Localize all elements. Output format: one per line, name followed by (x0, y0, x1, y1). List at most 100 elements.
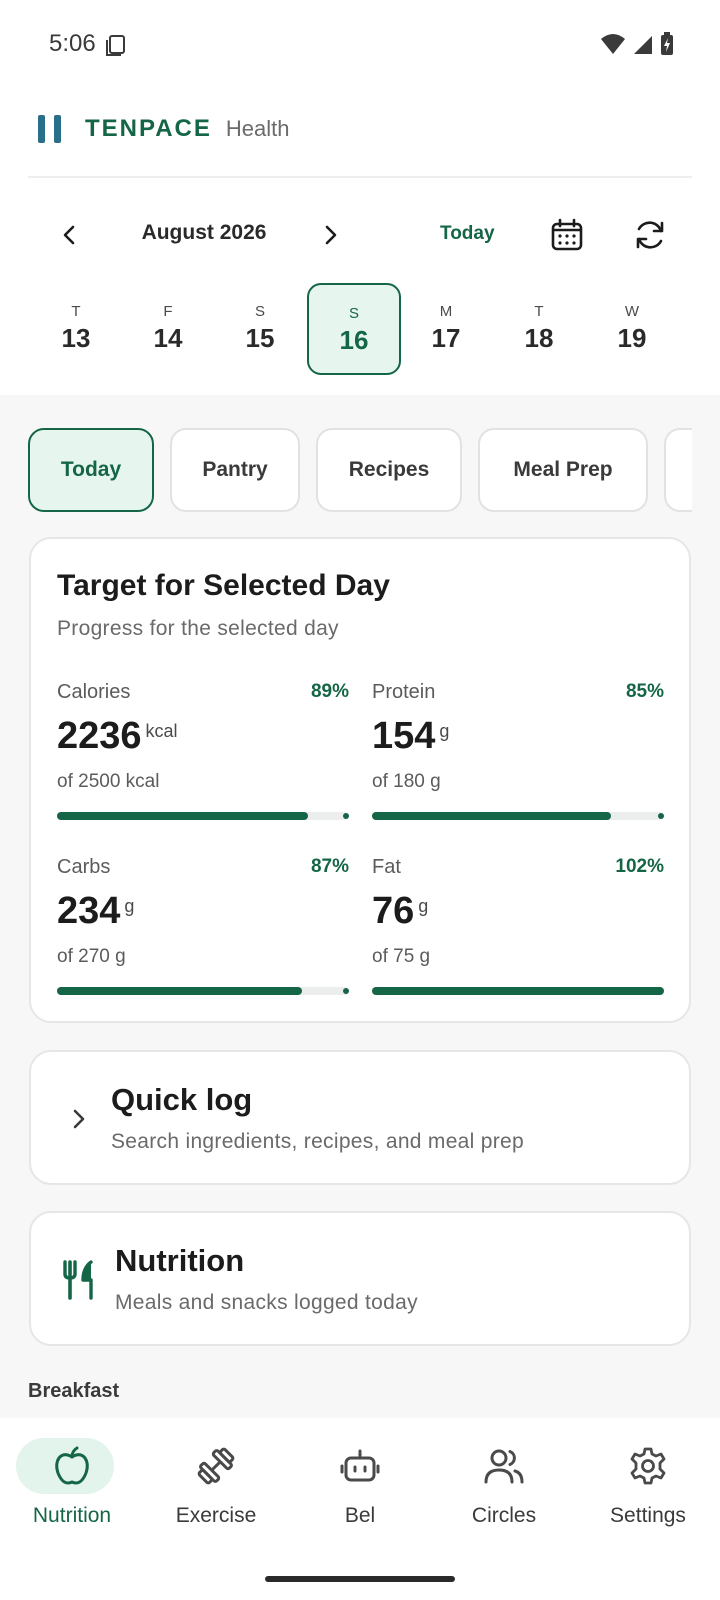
day-of-week: T (71, 303, 81, 320)
metric-protein: Protein 85% 154 g of 180 g (372, 681, 664, 831)
day-of-week: M (439, 303, 453, 320)
progress-bar (57, 812, 349, 820)
progress-end-dot (343, 988, 349, 994)
progress-bar (372, 987, 664, 995)
brand-logo (38, 115, 61, 143)
day-number: 17 (431, 323, 461, 353)
tab-today[interactable]: Today (28, 428, 154, 512)
divider (28, 176, 692, 178)
battery-icon (661, 32, 673, 55)
tab-meal-prep[interactable]: Meal Prep (478, 428, 648, 512)
calendar-icon (551, 218, 583, 251)
progress-fill (372, 812, 612, 820)
progress-fill (372, 987, 664, 995)
metric-name: Calories (57, 681, 131, 703)
nav-label: Exercise (175, 1504, 257, 1527)
metric-name: Carbs (57, 856, 111, 878)
metric-number: 76 (372, 890, 415, 932)
refresh-icon (636, 221, 664, 249)
progress-bar (372, 812, 664, 820)
day-17[interactable]: M 17 (399, 283, 493, 375)
metric-name: Fat (372, 856, 401, 878)
header-area: 5:06 TENPACE Health August 2026 Today T … (0, 0, 720, 395)
previous-month-button[interactable] (50, 215, 90, 255)
status-icons (600, 32, 674, 56)
metric-unit: g (418, 896, 429, 916)
metric-number: 154 (372, 715, 436, 757)
progress-end-dot (343, 813, 349, 819)
metric-value: 2236 kcal (57, 715, 178, 758)
day-number: 16 (339, 325, 369, 355)
nav-label: Nutrition (32, 1504, 112, 1527)
metric-percent: 89% (310, 681, 349, 702)
today-button[interactable]: Today (440, 223, 495, 245)
metric-number: 234 (57, 890, 121, 932)
metric-value: 76 g (372, 890, 428, 933)
robot-icon (288, 1446, 432, 1486)
metric-goal: of 270 g (57, 946, 126, 967)
tab-more[interactable] (664, 428, 692, 512)
progress-end-dot (658, 813, 664, 819)
nav-settings[interactable]: Settings (576, 1418, 720, 1538)
day-14[interactable]: F 14 (121, 283, 215, 375)
chevron-right-icon (57, 1092, 101, 1146)
metric-goal: of 2500 kcal (57, 771, 160, 792)
metric-unit: kcal (145, 721, 178, 741)
nav-circles[interactable]: Circles (432, 1418, 576, 1538)
status-time: 5:06 (49, 30, 96, 57)
calendar-button[interactable] (545, 213, 589, 257)
wifi-icon (601, 34, 625, 54)
nutrition-subtitle: Meals and snacks logged today (115, 1291, 418, 1314)
day-of-week: T (534, 303, 544, 320)
tab-recipes[interactable]: Recipes (316, 428, 462, 512)
metric-number: 2236 (57, 715, 142, 757)
week-strip: T 13 F 14 S 15 S 16 M 17 T 18 W 19 (29, 283, 689, 375)
apple-icon (0, 1446, 144, 1486)
day-16-selected[interactable]: S 16 (307, 283, 401, 375)
progress-bar (57, 987, 349, 995)
nav-label: Bel (344, 1504, 376, 1527)
day-13[interactable]: T 13 (29, 283, 123, 375)
metric-calories: Calories 89% 2236 kcal of 2500 kcal (57, 681, 349, 831)
metric-percent: 87% (310, 856, 349, 877)
nav-nutrition[interactable]: Nutrition (0, 1418, 144, 1538)
people-icon (432, 1446, 576, 1486)
metric-goal: of 75 g (372, 946, 431, 967)
bottom-navigation: Nutrition Exercise Bel Circles Settings (0, 1418, 720, 1600)
metric-goal: of 180 g (372, 771, 441, 792)
next-month-button[interactable] (310, 215, 350, 255)
metric-value: 234 g (57, 890, 134, 933)
day-18[interactable]: T 18 (492, 283, 586, 375)
quick-log-title: Quick log (111, 1082, 253, 1117)
status-bar: 5:06 (0, 0, 720, 90)
nav-label: Circles (471, 1504, 537, 1527)
brand-header: TENPACE Health (38, 114, 290, 144)
sim-card-icon (105, 34, 127, 61)
progress-fill (57, 812, 309, 820)
brand-name: TENPACE (85, 115, 212, 142)
day-of-week: S (254, 303, 265, 320)
home-indicator[interactable] (265, 1576, 455, 1582)
nav-bel[interactable]: Bel (288, 1418, 432, 1538)
nutrition-card[interactable]: Nutrition Meals and snacks logged today (29, 1211, 691, 1346)
nav-label: Settings (610, 1504, 686, 1527)
metric-unit: g (124, 896, 135, 916)
month-navigator: August 2026 Today (0, 205, 720, 265)
day-number: 19 (617, 323, 647, 353)
fork-knife-icon (57, 1253, 101, 1307)
day-number: 14 (153, 323, 183, 353)
refresh-button[interactable] (628, 213, 672, 257)
targets-card: Target for Selected Day Progress for the… (29, 537, 691, 1023)
nav-exercise[interactable]: Exercise (144, 1418, 288, 1538)
metric-name: Protein (372, 681, 436, 703)
day-of-week: S (348, 305, 359, 322)
progress-fill (57, 987, 303, 995)
day-19[interactable]: W 19 (585, 283, 679, 375)
tab-pantry[interactable]: Pantry (170, 428, 300, 512)
month-label: August 2026 (141, 221, 267, 244)
targets-subtitle: Progress for the selected day (57, 617, 339, 640)
metric-value: 154 g (372, 715, 449, 758)
quick-log-card[interactable]: Quick log Search ingredients, recipes, a… (29, 1050, 691, 1185)
metric-carbs: Carbs 87% 234 g of 270 g (57, 856, 349, 1006)
day-15[interactable]: S 15 (213, 283, 307, 375)
